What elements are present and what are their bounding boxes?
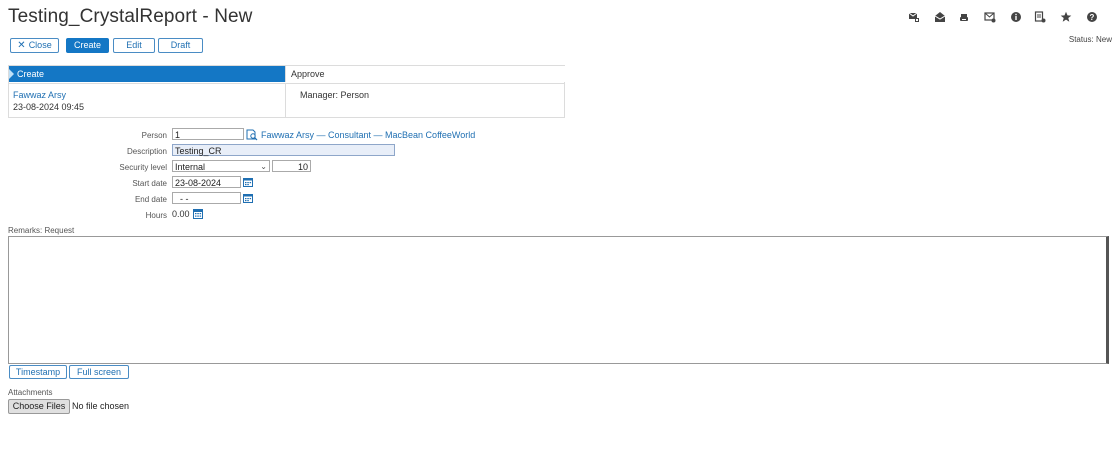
remarks-textarea[interactable] (8, 236, 1109, 364)
end-date-label: End date (134, 195, 167, 204)
help-icon[interactable]: ? (1086, 11, 1098, 23)
approver-note: Manager: Person (300, 90, 370, 100)
close-icon: ✕ (17, 40, 26, 51)
envelope-open-icon[interactable] (934, 11, 946, 23)
document-gear-icon[interactable] (1034, 11, 1046, 23)
security-level-label: Security level (119, 163, 167, 172)
workflow-step-approve[interactable]: Approve (285, 66, 565, 82)
status-label: Status: New (1068, 35, 1112, 44)
create-button[interactable]: Create (66, 38, 109, 53)
remarks-label: Remarks: Request (8, 226, 75, 235)
workflow-create-details: Fawwaz Arsy 23-08-2024 09:45 (9, 83, 285, 118)
description-label: Description (126, 147, 167, 156)
chevron-down-icon: ⌄ (260, 162, 267, 171)
workflow-step-create[interactable]: Create (9, 66, 285, 82)
printer-icon[interactable] (958, 11, 970, 23)
svg-text:?: ? (1090, 13, 1095, 22)
start-date-calendar-icon[interactable] (243, 177, 253, 187)
workflow-panel: Create Approve Fawwaz Arsy 23-08-2024 09… (8, 65, 565, 118)
edit-button[interactable]: Edit (113, 38, 155, 53)
start-date-label: Start date (132, 179, 167, 188)
step-arrow-icon (9, 69, 14, 79)
close-button[interactable]: ✕ Close (10, 38, 59, 53)
timestamp-button[interactable]: Timestamp (9, 365, 67, 379)
description-input[interactable]: Testing_CR (172, 144, 395, 156)
mail-gear-icon[interactable] (984, 11, 996, 23)
choose-files-button[interactable]: Choose Files (8, 399, 70, 414)
mail-attach-icon[interactable] (908, 11, 920, 23)
person-input[interactable]: 1 (172, 128, 244, 140)
fullscreen-button[interactable]: Full screen (69, 365, 129, 379)
security-level-select[interactable]: Internal ⌄ (172, 160, 270, 172)
workflow-approve-details: Manager: Person (285, 83, 565, 118)
person-lookup-icon[interactable] (246, 129, 258, 141)
security-level-number[interactable]: 10 (272, 160, 311, 172)
draft-button[interactable]: Draft (158, 38, 203, 53)
hours-calculator-icon[interactable] (193, 209, 203, 219)
attachments-label: Attachments (8, 388, 53, 397)
person-label: Person (141, 131, 167, 140)
info-icon[interactable] (1010, 11, 1022, 23)
no-file-text: No file chosen (72, 401, 130, 411)
end-date-input[interactable]: - - (172, 192, 241, 204)
star-icon[interactable] (1060, 11, 1072, 23)
person-link[interactable]: Fawwaz Arsy — Consultant — MacBean Coffe… (261, 130, 475, 140)
hours-value: 0.00 (172, 209, 190, 219)
end-date-calendar-icon[interactable] (243, 193, 253, 203)
created-timestamp: 23-08-2024 09:45 (13, 102, 85, 112)
creator-link[interactable]: Fawwaz Arsy (13, 90, 66, 100)
hours-label: Hours (145, 211, 167, 220)
page-title: Testing_CrystalReport - New (8, 6, 253, 27)
start-date-input[interactable]: 23-08-2024 (172, 176, 241, 188)
